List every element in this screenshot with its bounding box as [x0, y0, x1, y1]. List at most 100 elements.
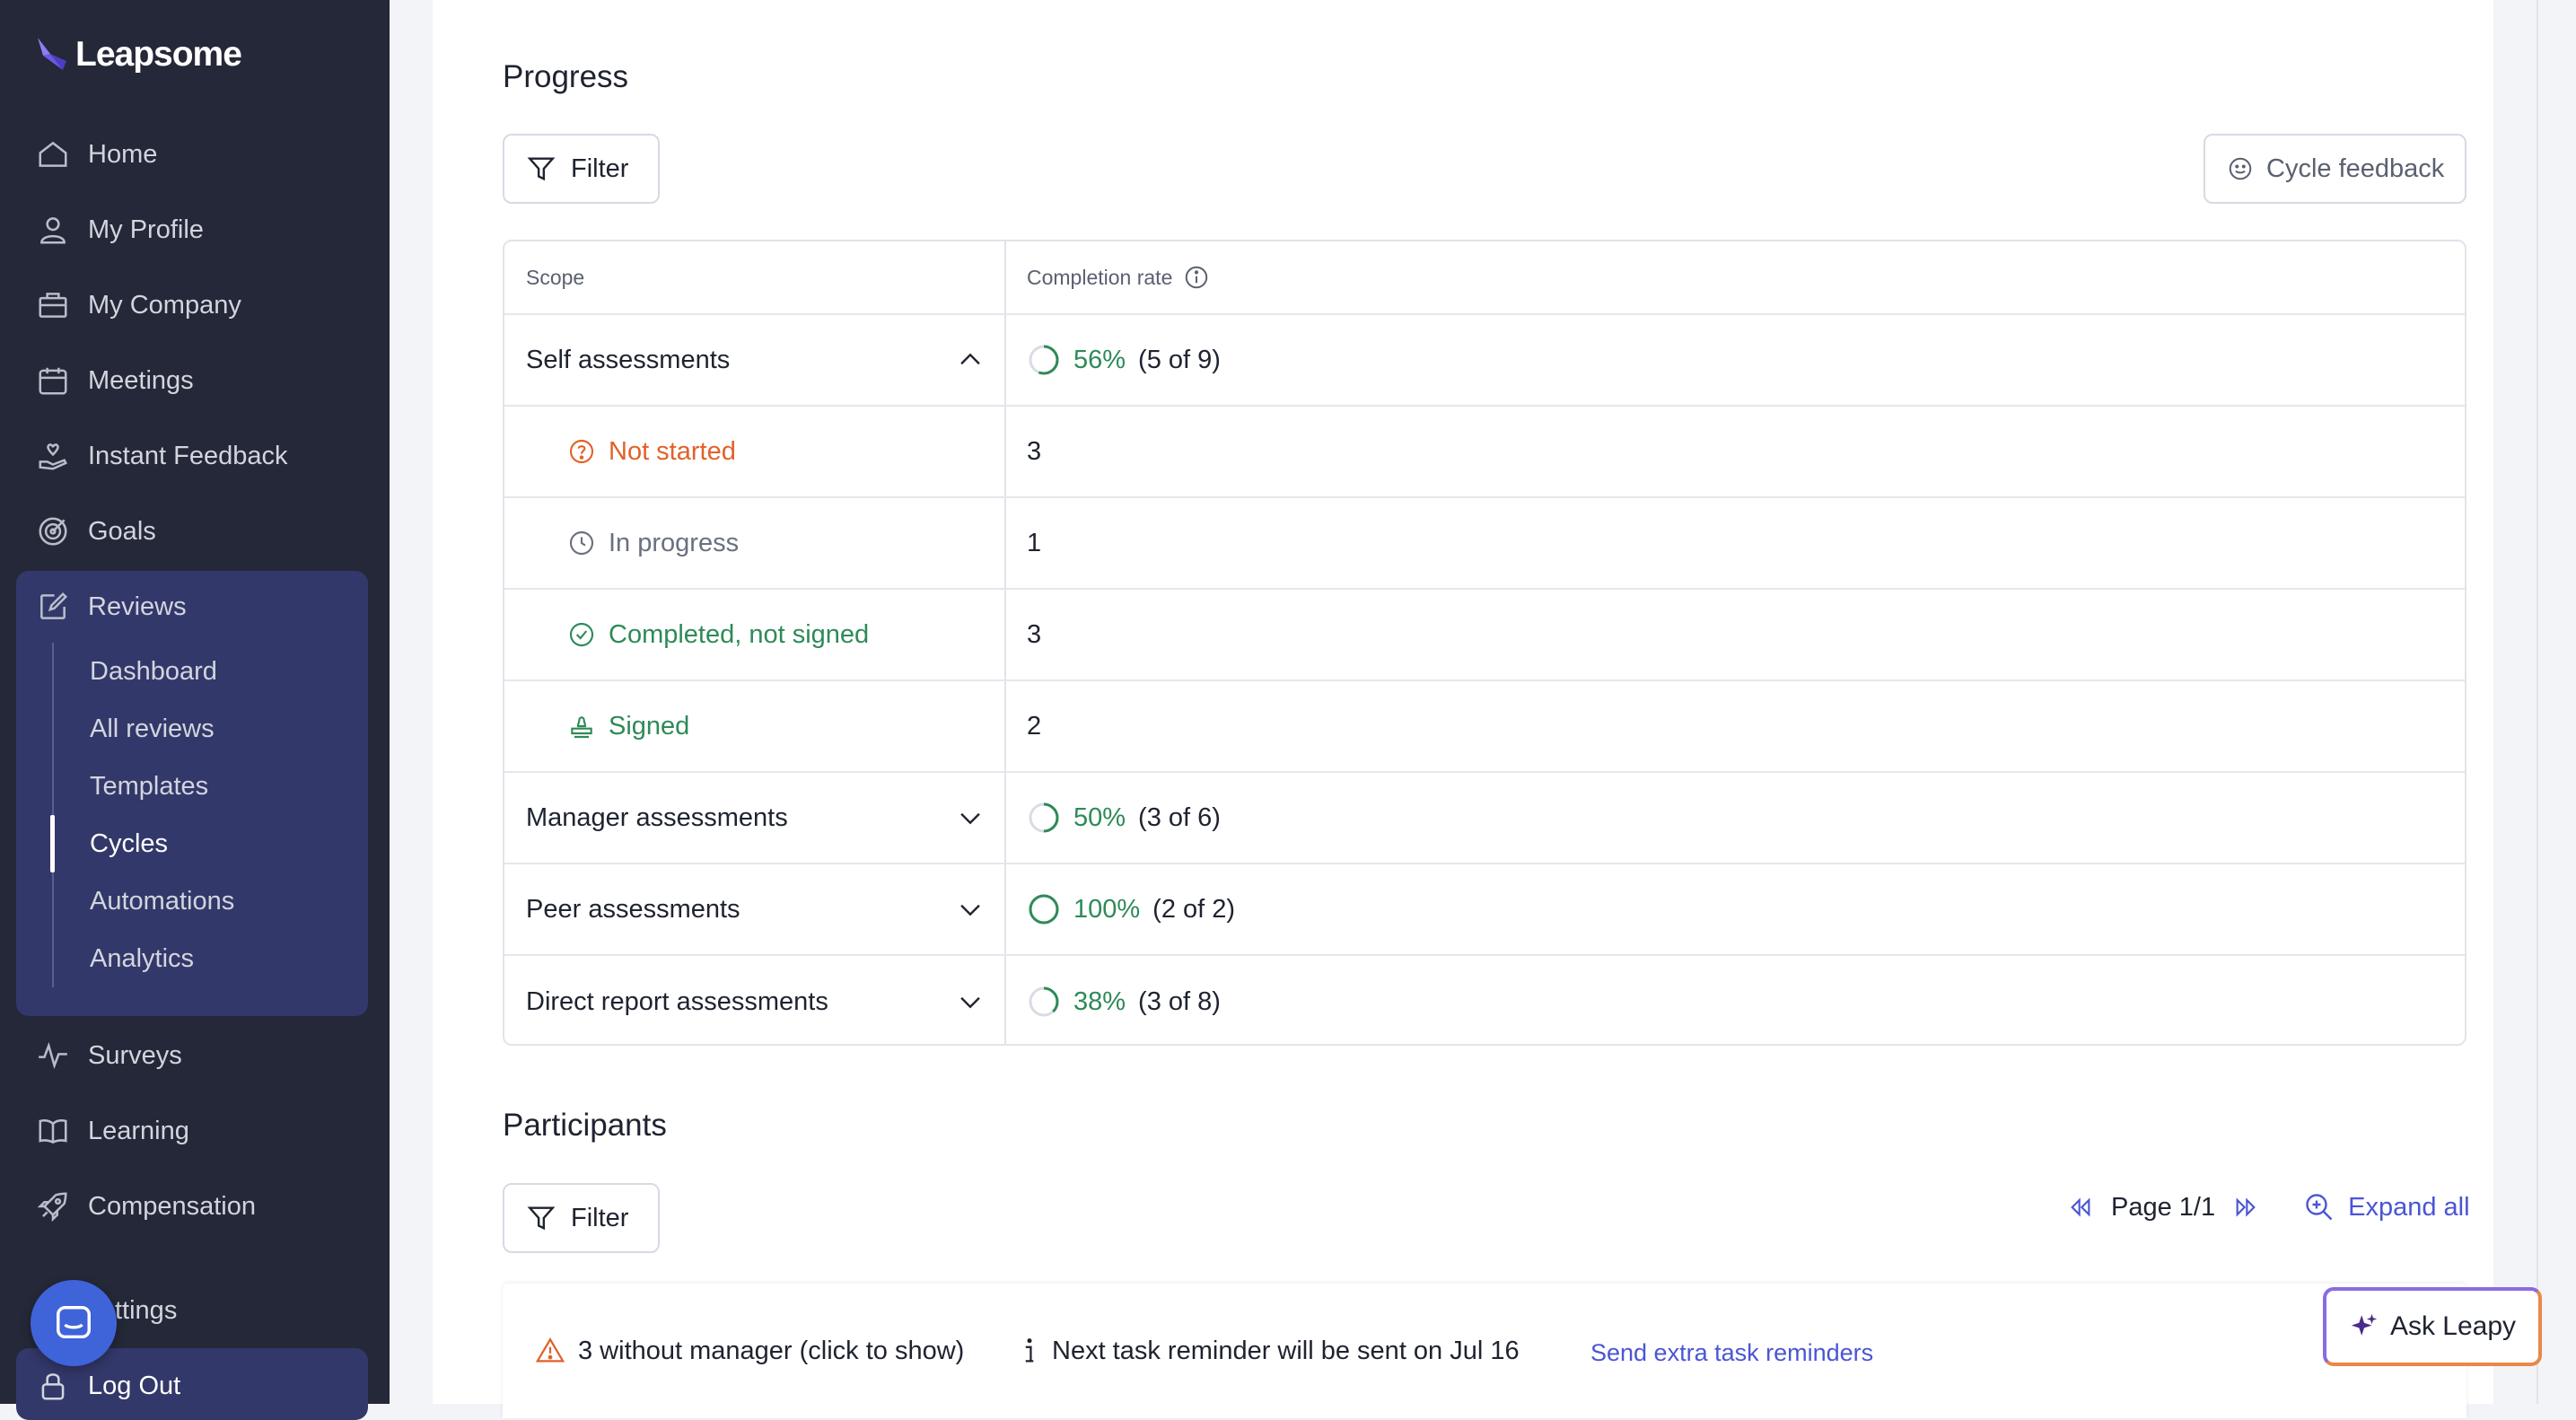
- filter-label: Filter: [571, 1203, 629, 1232]
- building-icon: [39, 293, 67, 318]
- chevron-down-icon[interactable]: [955, 802, 986, 833]
- table-row-manager-assessments[interactable]: Manager assessments 50% (3 of 6): [504, 773, 2465, 864]
- table-header-row: Scope Completion rate: [504, 241, 2465, 315]
- sparkle-icon: [2351, 1313, 2378, 1336]
- first-page-icon[interactable]: [2066, 1193, 2095, 1222]
- without-manager-alert[interactable]: 3 without manager (click to show): [535, 1336, 964, 1366]
- cycle-feedback-label: Cycle feedback: [2266, 153, 2445, 183]
- status-not-started: Not started: [567, 407, 736, 496]
- status-label: In progress: [609, 528, 740, 557]
- progress-ring-icon: [1029, 802, 1059, 833]
- sidebar-item-surveys[interactable]: Surveys: [36, 1029, 182, 1083]
- page-indicator: Page 1/1: [2111, 1192, 2216, 1222]
- pulse-icon: [39, 1041, 67, 1070]
- sidebar-item-label: Compensation: [88, 1191, 256, 1221]
- last-page-icon[interactable]: [2231, 1193, 2260, 1222]
- book-icon: [39, 1119, 67, 1144]
- sidebar-subitem-templates[interactable]: Templates: [90, 761, 208, 811]
- logo-text: Leapsome: [75, 35, 242, 74]
- sidebar-subitem-dashboard[interactable]: Dashboard: [90, 646, 217, 697]
- sidebar-item-label: My Profile: [88, 215, 204, 244]
- expand-all-label: Expand all: [2348, 1192, 2470, 1222]
- header-scope: Scope: [526, 265, 585, 289]
- chevron-down-icon[interactable]: [955, 894, 986, 925]
- reminder-text: Next task reminder will be sent on Jul 1…: [1052, 1336, 1520, 1365]
- completion-rate-cell: 56% (5 of 9): [1027, 315, 1221, 405]
- chat-icon: [57, 1306, 91, 1339]
- participants-info-bar: 3 without manager (click to show) Next t…: [503, 1284, 2466, 1418]
- sidebar-subitem-all-reviews[interactable]: All reviews: [90, 704, 215, 754]
- question-circle-icon: [569, 439, 594, 464]
- sidebar-item-label: Goals: [88, 516, 156, 546]
- header-rate-label: Completion rate: [1027, 265, 1173, 289]
- ask-leapy-label: Ask Leapy: [2389, 1311, 2517, 1341]
- sidebar-item-meetings[interactable]: Meetings: [36, 354, 194, 408]
- participants-filter-button[interactable]: Filter: [503, 1183, 660, 1253]
- filter-label: Filter: [571, 153, 629, 183]
- progress-table: Scope Completion rate Self assessments 5…: [503, 240, 2466, 1046]
- sidebar-item-instant-feedback[interactable]: Instant Feedback: [36, 429, 287, 483]
- table-row-not-started: Not started 3: [504, 407, 2465, 498]
- lock-icon: [41, 1373, 65, 1400]
- sidebar-item-compensation[interactable]: Compensation: [36, 1179, 256, 1233]
- sidebar-subitem-automations[interactable]: Automations: [90, 876, 234, 926]
- without-manager-text: 3 without manager (click to show): [578, 1336, 965, 1365]
- table-row-peer-assessments[interactable]: Peer assessments 100% (2 of 2): [504, 864, 2465, 956]
- home-icon: [39, 141, 67, 167]
- check-circle-icon: [569, 622, 594, 647]
- chevron-up-icon[interactable]: [955, 345, 986, 375]
- table-row-self-assessments[interactable]: Self assessments 56% (5 of 9): [504, 315, 2465, 407]
- chevron-down-icon[interactable]: [955, 986, 986, 1017]
- completion-count: (3 of 6): [1138, 802, 1221, 832]
- table-row-direct-report-assessments[interactable]: Direct report assessments 38% (3 of 8): [504, 956, 2465, 1044]
- sidebar-item-label: Meetings: [88, 365, 194, 395]
- sidebar-item-label: Reviews: [88, 592, 187, 621]
- leapsome-logo[interactable]: Leapsome: [34, 34, 242, 75]
- sidebar-item-label: Home: [88, 139, 158, 169]
- sidebar-item-goals[interactable]: Goals: [36, 504, 156, 558]
- status-completed-not-signed: Completed, not signed: [567, 590, 869, 679]
- ask-leapy-button[interactable]: Ask Leapy: [2323, 1287, 2542, 1366]
- sidebar-item-home[interactable]: Home: [36, 127, 157, 181]
- table-row-in-progress: In progress 1: [504, 498, 2465, 590]
- scrollbar-track[interactable]: [2537, 0, 2538, 1404]
- progress-filter-button[interactable]: Filter: [503, 134, 660, 204]
- scope-self-assessments: Self assessments: [526, 345, 731, 374]
- sidebar-item-label: Instant Feedback: [88, 441, 288, 470]
- filter-icon: [527, 1206, 556, 1231]
- support-chat-button[interactable]: [31, 1280, 117, 1366]
- filter-icon: [527, 157, 556, 181]
- edit-icon: [40, 592, 68, 619]
- sidebar-item-my-company[interactable]: My Company: [36, 278, 241, 332]
- completion-rate-cell: 50% (3 of 6): [1027, 773, 1221, 863]
- sidebar-item-log-out[interactable]: Log Out: [36, 1359, 180, 1413]
- participants-title: Participants: [503, 1108, 667, 1143]
- sidebar-item-learning[interactable]: Learning: [36, 1104, 189, 1158]
- completion-count: (3 of 8): [1138, 986, 1221, 1016]
- completion-count: (2 of 2): [1152, 894, 1236, 924]
- info-icon[interactable]: [1183, 264, 1210, 291]
- target-icon: [39, 517, 67, 546]
- status-count: 2: [1027, 711, 1042, 741]
- sidebar-item-label: Surveys: [88, 1040, 182, 1070]
- info-i-icon: [1025, 1338, 1034, 1363]
- stamp-icon: [571, 716, 592, 739]
- leapsome-logo-icon: [38, 38, 66, 70]
- completion-percent: 100%: [1073, 894, 1141, 924]
- sidebar-subitem-analytics[interactable]: Analytics: [90, 934, 194, 984]
- progress-ring-icon: [1029, 986, 1059, 1017]
- table-row-completed-not-signed: Completed, not signed 3: [504, 590, 2465, 681]
- send-extra-reminders-link[interactable]: Send extra task reminders: [1590, 1339, 1873, 1367]
- status-count: 1: [1027, 528, 1042, 557]
- user-icon: [40, 217, 66, 244]
- sidebar-item-my-profile[interactable]: My Profile: [36, 203, 204, 257]
- status-count: 3: [1027, 436, 1042, 466]
- calendar-icon: [39, 367, 67, 395]
- expand-all-button[interactable]: Expand all: [2303, 1191, 2470, 1223]
- sidebar-item-label: My Company: [88, 290, 241, 320]
- warning-triangle-icon: [535, 1337, 565, 1363]
- sidebar-item-reviews[interactable]: Reviews: [36, 580, 187, 634]
- sidebar-subitem-cycles[interactable]: Cycles: [90, 819, 168, 869]
- sidebar: Leapsome Home My Profile My Company Meet…: [0, 0, 390, 1420]
- cycle-feedback-button[interactable]: Cycle feedback: [2204, 134, 2466, 204]
